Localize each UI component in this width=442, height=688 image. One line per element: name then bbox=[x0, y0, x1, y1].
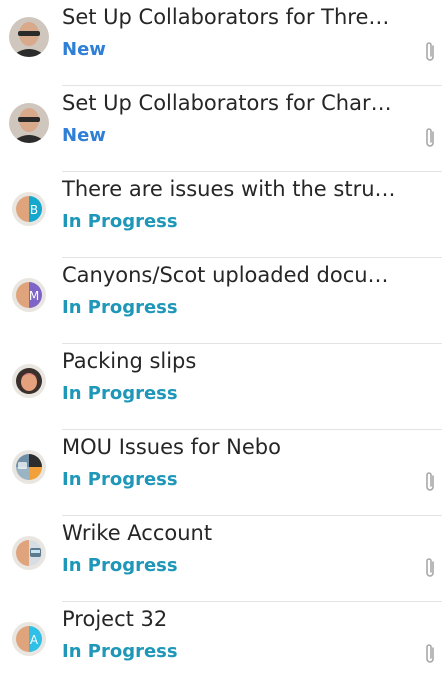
status-label: New bbox=[62, 39, 106, 60]
svg-text:M: M bbox=[29, 289, 39, 303]
avatar: A bbox=[9, 619, 49, 659]
task-row[interactable]: Packing slips In Progress bbox=[0, 344, 442, 430]
task-list: Set Up Collaborators for Thre… New Set U… bbox=[0, 0, 442, 668]
task-row[interactable]: M Canyons/Scot uploaded docu… In Progres… bbox=[0, 258, 442, 344]
task-title[interactable]: Set Up Collaborators for Char… bbox=[62, 88, 412, 118]
avatar bbox=[9, 361, 49, 401]
task-title[interactable]: Packing slips bbox=[62, 346, 412, 376]
attachment-icon bbox=[424, 41, 438, 63]
svg-text:A: A bbox=[30, 633, 39, 647]
task-title[interactable]: There are issues with the stru… bbox=[62, 174, 412, 204]
task-row[interactable]: A Project 32 In Progress bbox=[0, 602, 442, 688]
attachment-icon bbox=[424, 557, 438, 579]
status-label: New bbox=[62, 125, 106, 146]
status-label: In Progress bbox=[62, 555, 178, 576]
attachment-icon bbox=[424, 643, 438, 665]
status-label: In Progress bbox=[62, 383, 178, 404]
status-label: In Progress bbox=[62, 469, 178, 490]
task-title[interactable]: Canyons/Scot uploaded docu… bbox=[62, 260, 412, 290]
avatar bbox=[9, 447, 49, 487]
avatar: M bbox=[9, 275, 49, 315]
task-row[interactable]: MOU Issues for Nebo In Progress bbox=[0, 430, 442, 516]
task-row[interactable]: Set Up Collaborators for Char… New bbox=[0, 86, 442, 172]
task-title[interactable]: Wrike Account bbox=[62, 518, 412, 548]
status-label: In Progress bbox=[62, 211, 178, 232]
task-title[interactable]: Set Up Collaborators for Thre… bbox=[62, 2, 412, 32]
status-label: In Progress bbox=[62, 297, 178, 318]
svg-text:B: B bbox=[30, 203, 38, 217]
attachment-icon bbox=[424, 127, 438, 149]
attachment-icon bbox=[424, 471, 438, 493]
task-title[interactable]: Project 32 bbox=[62, 604, 412, 634]
task-row[interactable]: B There are issues with the stru… In Pro… bbox=[0, 172, 442, 258]
avatar bbox=[9, 17, 49, 57]
avatar: B bbox=[9, 189, 49, 229]
task-row[interactable]: Set Up Collaborators for Thre… New bbox=[0, 0, 442, 86]
avatar bbox=[9, 103, 49, 143]
avatar bbox=[9, 533, 49, 573]
task-row[interactable]: Wrike Account In Progress bbox=[0, 516, 442, 602]
status-label: In Progress bbox=[62, 641, 178, 662]
task-title[interactable]: MOU Issues for Nebo bbox=[62, 432, 412, 462]
